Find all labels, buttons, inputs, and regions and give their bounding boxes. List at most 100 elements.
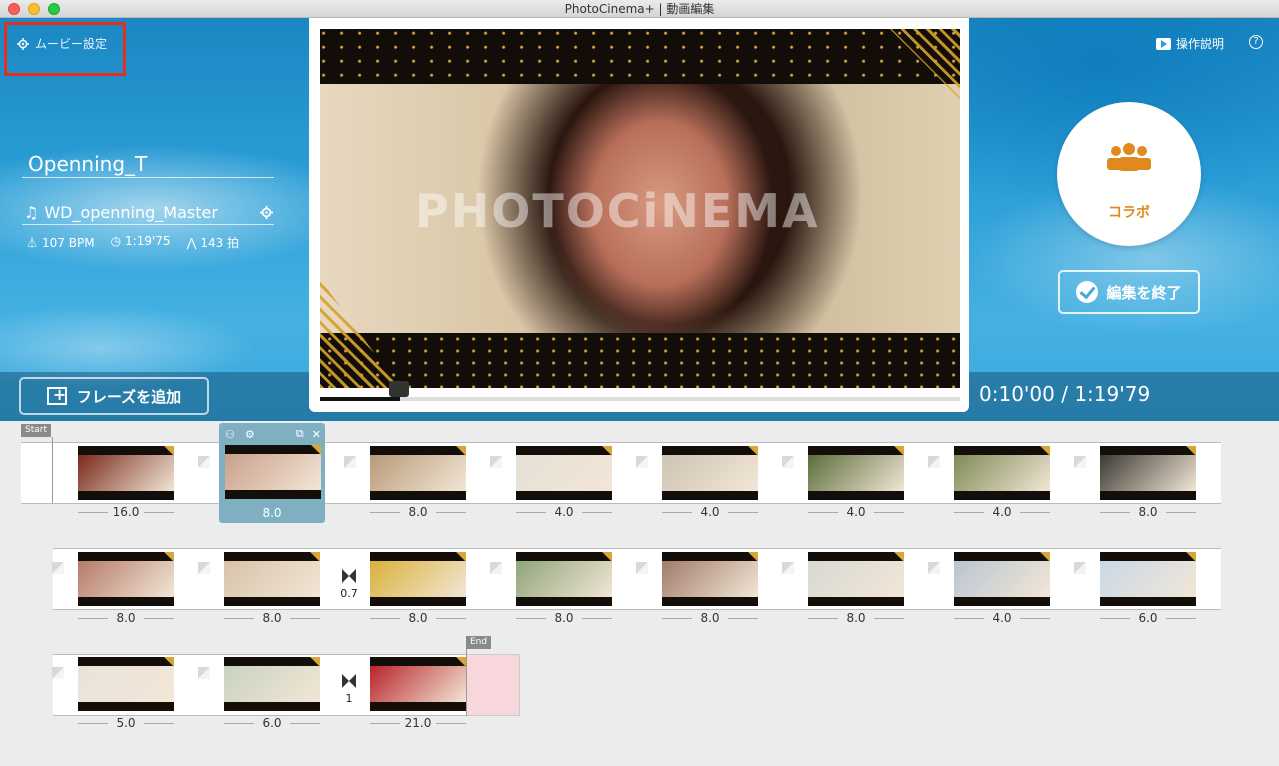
duration-bracket: [662, 618, 692, 619]
clip-thumbnail[interactable]: [78, 446, 174, 500]
clip-thumbnail[interactable]: [516, 552, 612, 606]
ribbon-corner: [1036, 552, 1050, 566]
transition-slot-icon[interactable]: [1074, 456, 1086, 468]
clip-duration: 8.0: [262, 506, 282, 520]
transition-slot-icon[interactable]: [52, 667, 64, 679]
metronome-icon: ⏃: [26, 236, 39, 250]
duration-bracket: [582, 618, 612, 619]
music-note-icon: ♫: [24, 203, 39, 222]
transition-slot-icon[interactable]: [198, 456, 210, 468]
duration-bracket: [1166, 512, 1196, 513]
transition-slot-icon[interactable]: [928, 562, 940, 574]
duration-bracket: [808, 618, 838, 619]
clip-thumbnail[interactable]: [370, 552, 466, 606]
beats-stat: ⋀ 143 拍: [187, 234, 240, 251]
thumb-band: [808, 491, 904, 500]
timeline: Start End ⚇ ⚙ ⧉ ✕ 16.0 8.0 8.0 4.0 4.0 4.0 4.0…: [0, 421, 1279, 766]
music-track[interactable]: ♫ WD_openning_Master: [24, 203, 218, 222]
clip-thumbnail[interactable]: [516, 446, 612, 500]
timecode: 0:10'00 / 1:19'79: [979, 382, 1151, 406]
transition-slot-icon[interactable]: [782, 456, 794, 468]
minimize-window-button[interactable]: [28, 3, 40, 15]
clip-thumbnail[interactable]: [1100, 552, 1196, 606]
clip-thumbnail[interactable]: [662, 552, 758, 606]
duration-bracket: [436, 618, 466, 619]
duration-bracket: [436, 512, 466, 513]
duplicate-icon[interactable]: ⧉: [296, 427, 304, 441]
ribbon-corner: [744, 552, 758, 566]
thumb-band: [954, 491, 1050, 500]
close-window-button[interactable]: [8, 3, 20, 15]
ribbon-corner: [307, 445, 321, 459]
divider: [22, 224, 274, 225]
thumb-band: [1100, 597, 1196, 606]
transition-slot-icon[interactable]: [52, 562, 64, 574]
help-manual-link[interactable]: 操作説明: [1156, 35, 1224, 52]
ribbon-corner: [160, 657, 174, 671]
transition-slot-icon[interactable]: [928, 456, 940, 468]
help-manual-label: 操作説明: [1176, 37, 1225, 51]
thumb-band: [370, 491, 466, 500]
help-icon[interactable]: ?: [1249, 35, 1263, 49]
clip-thumbnail-selected[interactable]: [225, 445, 321, 499]
transition-slot-icon[interactable]: [198, 562, 210, 574]
add-phrase-button[interactable]: フレーズを追加: [19, 377, 209, 415]
thumb-band: [662, 597, 758, 606]
clip-thumbnail[interactable]: [78, 657, 174, 711]
transition-icon[interactable]: [342, 674, 356, 688]
finish-editing-button[interactable]: 編集を終了: [1058, 270, 1200, 314]
clip-thumbnail[interactable]: [662, 446, 758, 500]
clip-thumbnail[interactable]: [1100, 446, 1196, 500]
delete-clip-icon[interactable]: ✕: [312, 428, 321, 441]
playback-progress: [320, 397, 400, 401]
transition-slot-icon[interactable]: [490, 562, 502, 574]
clip-thumbnail[interactable]: [808, 446, 904, 500]
thumb-band: [225, 490, 321, 499]
transition-slot-icon[interactable]: [344, 456, 356, 468]
duration-bracket: [582, 512, 612, 513]
collab-button[interactable]: コラボ: [1057, 102, 1201, 246]
ribbon-corner: [1182, 446, 1196, 460]
playback-scrubber[interactable]: [320, 397, 960, 401]
duration-bracket: [1020, 618, 1050, 619]
music-settings-gear-icon[interactable]: [260, 206, 273, 219]
clip-gear-icon[interactable]: ⚙: [245, 428, 255, 441]
collab-small-icon[interactable]: ⚇: [225, 428, 235, 441]
transition-slot-icon[interactable]: [198, 667, 210, 679]
check-icon: [1076, 281, 1099, 303]
clip-thumbnail[interactable]: [954, 446, 1050, 500]
thumb-band: [1100, 491, 1196, 500]
duration-bracket: [728, 618, 758, 619]
transition-slot-icon[interactable]: [1074, 562, 1086, 574]
preview-panel: PHOTOCiNEMA: [309, 18, 969, 412]
clip-thumbnail[interactable]: [954, 552, 1050, 606]
window-title: PhotoCinema+ | 動画編集: [564, 2, 715, 16]
clip-thumbnail[interactable]: [224, 657, 320, 711]
duration-bracket: [436, 723, 466, 724]
beats-value: 143 拍: [200, 236, 240, 250]
start-marker-line: [52, 437, 53, 503]
transition-slot-icon[interactable]: [490, 456, 502, 468]
playhead-handle[interactable]: [389, 381, 409, 397]
clip-thumbnail[interactable]: [224, 552, 320, 606]
clip-thumbnail[interactable]: [370, 446, 466, 500]
movie-settings-button[interactable]: ムービー設定: [17, 35, 107, 52]
window-titlebar: PhotoCinema+ | 動画編集: [0, 0, 1279, 18]
thumb-photo: [370, 666, 466, 702]
project-title[interactable]: Openning_T: [28, 152, 147, 176]
transition-slot-icon[interactable]: [636, 562, 648, 574]
clip-thumbnail[interactable]: [370, 657, 466, 711]
transition-slot-icon[interactable]: [636, 456, 648, 468]
ribbon-corner: [1182, 552, 1196, 566]
transition-slot-icon[interactable]: [782, 562, 794, 574]
ribbon-corner: [890, 446, 904, 460]
clip-thumbnail[interactable]: [78, 552, 174, 606]
duration-bracket: [516, 512, 546, 513]
duration-bracket: [370, 512, 400, 513]
duration-bracket: [78, 512, 108, 513]
clip-thumbnail[interactable]: [808, 552, 904, 606]
preview-video[interactable]: PHOTOCiNEMA: [320, 29, 960, 388]
transition-icon[interactable]: [342, 569, 356, 583]
zoom-window-button[interactable]: [48, 3, 60, 15]
ribbon-corner: [452, 657, 466, 671]
